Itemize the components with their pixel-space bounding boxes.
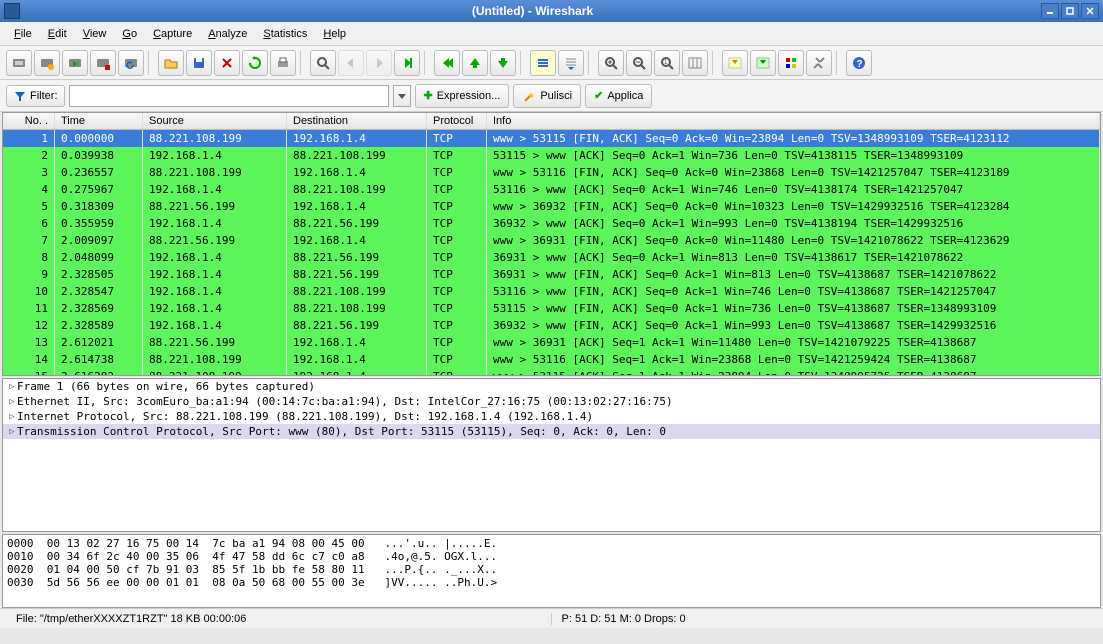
menu-edit[interactable]: Edit — [40, 25, 75, 43]
packet-row[interactable]: 50.31830988.221.56.199192.168.1.4TCPwww … — [3, 198, 1100, 215]
menu-go[interactable]: Go — [114, 25, 145, 43]
col-header-source[interactable]: Source — [143, 113, 287, 129]
stop-capture-button[interactable] — [90, 50, 116, 76]
go-back-button[interactable] — [338, 50, 364, 76]
apply-button[interactable]: ✔ Applica — [585, 84, 652, 108]
packet-row[interactable]: 152.61628288.221.108.199192.168.1.4TCPww… — [3, 368, 1100, 376]
filter-label-button[interactable]: Filter: — [6, 85, 65, 107]
filter-dropdown-button[interactable] — [393, 85, 411, 107]
expression-button[interactable]: ✚ Expression... — [415, 84, 510, 108]
go-to-packet-button[interactable] — [394, 50, 420, 76]
packet-row[interactable]: 20.039938192.168.1.488.221.108.199TCP531… — [3, 147, 1100, 164]
clear-label: Pulisci — [540, 90, 572, 102]
detail-row[interactable]: ▷ Ethernet II, Src: 3comEuro_ba:a1:94 (0… — [3, 394, 1100, 409]
packet-row[interactable]: 10.00000088.221.108.199192.168.1.4TCPwww… — [3, 130, 1100, 147]
coloring-rules-button[interactable] — [778, 50, 804, 76]
status-file: File: "/tmp/etherXXXXZT1RZT" 18 KB 00:00… — [6, 613, 552, 625]
app-icon — [4, 3, 20, 19]
packet-row[interactable]: 122.328589192.168.1.488.221.56.199TCP369… — [3, 317, 1100, 334]
print-button[interactable] — [270, 50, 296, 76]
packet-row[interactable]: 60.355959192.168.1.488.221.56.199TCP3693… — [3, 215, 1100, 232]
plus-icon: ✚ — [424, 89, 433, 102]
clear-button[interactable]: Pulisci — [513, 84, 581, 108]
display-filters-button[interactable] — [750, 50, 776, 76]
find-button[interactable] — [310, 50, 336, 76]
expand-triangle-icon[interactable]: ▷ — [7, 397, 17, 407]
resize-columns-button[interactable] — [682, 50, 708, 76]
menu-capture[interactable]: Capture — [145, 25, 200, 43]
close-button[interactable] — [1081, 3, 1099, 19]
apply-label: Applica — [607, 90, 643, 102]
restart-capture-button[interactable] — [118, 50, 144, 76]
col-header-no[interactable]: No. . — [3, 113, 55, 129]
status-packets: P: 51 D: 51 M: 0 Drops: 0 — [552, 613, 1098, 625]
maximize-button[interactable] — [1061, 3, 1079, 19]
menu-bar: File Edit View Go Capture Analyze Statis… — [0, 22, 1103, 46]
minimize-button[interactable] — [1041, 3, 1059, 19]
colorize-button[interactable] — [530, 50, 556, 76]
packet-bytes-pane[interactable]: 0000 00 13 02 27 16 75 00 14 7c ba a1 94… — [2, 534, 1101, 608]
expression-label: Expression... — [437, 90, 501, 102]
detail-row[interactable]: ▷ Transmission Control Protocol, Src Por… — [3, 424, 1100, 439]
main-toolbar: 1 ? — [0, 46, 1103, 80]
close-file-button[interactable] — [214, 50, 240, 76]
status-bar: File: "/tmp/etherXXXXZT1RZT" 18 KB 00:00… — [0, 608, 1103, 628]
check-icon: ✔ — [594, 89, 603, 102]
expand-triangle-icon[interactable]: ▷ — [7, 382, 17, 392]
expand-triangle-icon[interactable]: ▷ — [7, 412, 17, 422]
window-title: (Untitled) - Wireshark — [24, 4, 1041, 18]
packet-row[interactable]: 142.61473888.221.108.199192.168.1.4TCPww… — [3, 351, 1100, 368]
col-header-destination[interactable]: Destination — [287, 113, 427, 129]
svg-text:?: ? — [857, 59, 863, 70]
zoom-reset-button[interactable]: 1 — [654, 50, 680, 76]
menu-file[interactable]: File — [6, 25, 40, 43]
help-button[interactable]: ? — [846, 50, 872, 76]
interfaces-button[interactable] — [6, 50, 32, 76]
packet-row[interactable]: 112.328569192.168.1.488.221.108.199TCP53… — [3, 300, 1100, 317]
filter-input[interactable] — [69, 85, 389, 107]
go-first-button[interactable] — [434, 50, 460, 76]
zoom-in-button[interactable] — [598, 50, 624, 76]
packet-details-pane[interactable]: ▷ Frame 1 (66 bytes on wire, 66 bytes ca… — [2, 378, 1101, 532]
detail-row[interactable]: ▷ Frame 1 (66 bytes on wire, 66 bytes ca… — [3, 379, 1100, 394]
packet-row[interactable]: 72.00909788.221.56.199192.168.1.4TCPwww … — [3, 232, 1100, 249]
packet-row[interactable]: 132.61202188.221.56.199192.168.1.4TCPwww… — [3, 334, 1100, 351]
col-header-protocol[interactable]: Protocol — [427, 113, 487, 129]
expand-triangle-icon[interactable]: ▷ — [7, 427, 17, 437]
filter-label-text: Filter: — [30, 90, 58, 102]
title-bar: (Untitled) - Wireshark — [0, 0, 1103, 22]
menu-analyze[interactable]: Analyze — [200, 25, 255, 43]
menu-help[interactable]: Help — [315, 25, 354, 43]
go-up-button[interactable] — [462, 50, 488, 76]
packet-row[interactable]: 92.328505192.168.1.488.221.56.199TCP3693… — [3, 266, 1100, 283]
packet-row[interactable]: 102.328547192.168.1.488.221.108.199TCP53… — [3, 283, 1100, 300]
options-button[interactable] — [34, 50, 60, 76]
go-down-button[interactable] — [490, 50, 516, 76]
open-button[interactable] — [158, 50, 184, 76]
capture-filters-button[interactable] — [722, 50, 748, 76]
col-header-time[interactable]: Time — [55, 113, 143, 129]
detail-row[interactable]: ▷ Internet Protocol, Src: 88.221.108.199… — [3, 409, 1100, 424]
packet-row[interactable]: 30.23655788.221.108.199192.168.1.4TCPwww… — [3, 164, 1100, 181]
menu-view[interactable]: View — [75, 25, 115, 43]
start-capture-button[interactable] — [62, 50, 88, 76]
menu-statistics[interactable]: Statistics — [255, 25, 315, 43]
go-forward-button[interactable] — [366, 50, 392, 76]
packet-row[interactable]: 40.275967192.168.1.488.221.108.199TCP531… — [3, 181, 1100, 198]
col-header-info[interactable]: Info — [487, 113, 1100, 129]
save-button[interactable] — [186, 50, 212, 76]
packet-row[interactable]: 82.048099192.168.1.488.221.56.199TCP3693… — [3, 249, 1100, 266]
auto-scroll-button[interactable] — [558, 50, 584, 76]
zoom-out-button[interactable] — [626, 50, 652, 76]
broom-icon — [522, 89, 536, 103]
reload-button[interactable] — [242, 50, 268, 76]
packet-list-pane[interactable]: No. . Time Source Destination Protocol I… — [2, 112, 1101, 376]
preferences-button[interactable] — [806, 50, 832, 76]
packet-list-header: No. . Time Source Destination Protocol I… — [3, 113, 1100, 130]
filter-icon — [13, 89, 27, 103]
filter-toolbar: Filter: ✚ Expression... Pulisci ✔ Applic… — [0, 80, 1103, 112]
